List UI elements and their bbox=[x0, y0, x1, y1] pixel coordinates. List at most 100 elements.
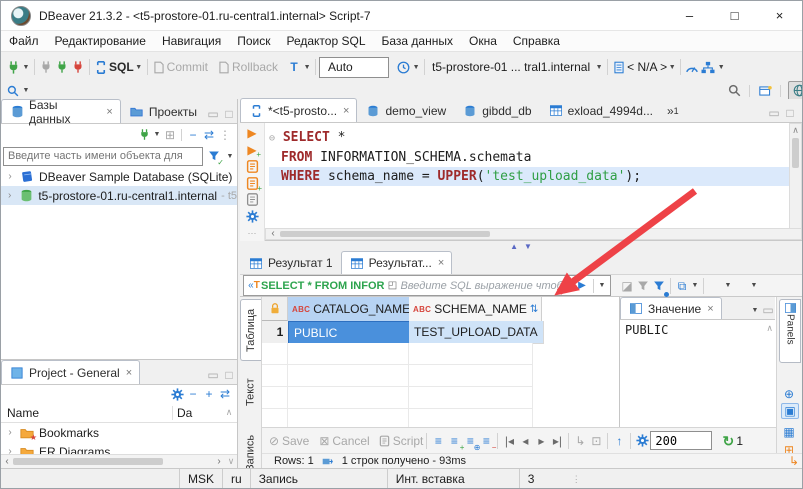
apply-filter-play-icon[interactable]: ▶ bbox=[574, 277, 590, 295]
filter-history-dropdown[interactable]: ▼ bbox=[597, 277, 607, 295]
reconnect-icon[interactable] bbox=[54, 58, 70, 76]
value-minimize-icon[interactable]: ▭ bbox=[761, 301, 775, 319]
compare-panels-icon[interactable]: ⧉ bbox=[674, 277, 690, 295]
nav-forward-icon[interactable] bbox=[733, 277, 749, 295]
menu-edit[interactable]: Редактирование bbox=[47, 31, 154, 51]
menu-search[interactable]: Поиск bbox=[229, 31, 278, 51]
delete-row-icon[interactable]: ≡− bbox=[478, 432, 494, 450]
menu-navigation[interactable]: Навигация bbox=[154, 31, 229, 51]
column-header-schema-name[interactable]: ABC SCHEMA_NAME ⇅ bbox=[409, 297, 542, 322]
presentation-tab-grid[interactable]: Таблица bbox=[240, 299, 261, 361]
connection-dropdown[interactable]: ▼ bbox=[594, 58, 604, 76]
rollback-button[interactable]: Rollback bbox=[232, 60, 278, 74]
menu-window[interactable]: Окна bbox=[461, 31, 505, 51]
collapse-all-icon[interactable]: − bbox=[185, 126, 201, 144]
expand-filter-icon[interactable]: ◰ bbox=[384, 277, 400, 295]
script-button[interactable]: Script bbox=[393, 434, 424, 448]
editor-vscrollbar[interactable]: ∧ bbox=[789, 123, 802, 229]
value-viewer-toggle-icon[interactable]: ⊕ bbox=[781, 385, 797, 403]
add-row-icon[interactable]: ≡+ bbox=[446, 432, 462, 450]
cancel-button[interactable]: Cancel bbox=[332, 434, 369, 448]
splitter-down-icon[interactable]: ▼ bbox=[524, 242, 532, 251]
project-expand-icon[interactable]: + bbox=[201, 385, 217, 403]
cell-schema-name[interactable]: TEST_UPLOAD_DATA bbox=[409, 321, 544, 344]
project-tab-close-icon[interactable]: × bbox=[126, 367, 132, 379]
panel-minimize-icon[interactable]: ▭ bbox=[205, 105, 221, 123]
active-connection-selector[interactable]: t5-prostore-01 ... tral1.internal bbox=[428, 60, 594, 74]
nav-back-icon[interactable] bbox=[707, 277, 723, 295]
save-filter-icon[interactable] bbox=[651, 277, 667, 295]
pin-result-icon[interactable]: ↳ bbox=[786, 455, 802, 467]
remove-filter-funnel-icon[interactable] bbox=[635, 277, 651, 295]
tab-exload[interactable]: exload_4994d... bbox=[540, 98, 661, 122]
project-scroll-up-icon[interactable]: ∧ bbox=[221, 404, 237, 422]
nav-back-dropdown[interactable]: ▼ bbox=[723, 277, 733, 295]
editor-tab-close-icon[interactable]: × bbox=[343, 105, 349, 117]
menu-help[interactable]: Справка bbox=[505, 31, 568, 51]
tab-project-general[interactable]: Project - General × bbox=[1, 360, 140, 384]
new-connection-dropdown[interactable]: ▼ bbox=[21, 58, 31, 76]
last-row-icon[interactable]: ▸| bbox=[549, 432, 565, 450]
sql-editor-dropdown[interactable]: ▼ bbox=[134, 58, 144, 76]
quick-search-icon[interactable] bbox=[5, 82, 21, 100]
expander-icon[interactable]: › bbox=[5, 171, 15, 182]
timezone-indicator[interactable]: MSK bbox=[179, 469, 222, 489]
active-schema-selector[interactable]: < N/A > bbox=[627, 60, 667, 74]
previous-row-icon[interactable]: ◂ bbox=[517, 432, 533, 450]
tx-timer-icon[interactable] bbox=[395, 58, 411, 76]
edit-mode-indicator[interactable]: Запись bbox=[250, 469, 387, 489]
editor-minimize-icon[interactable]: ▭ bbox=[766, 104, 782, 122]
nav-new-connection-icon[interactable] bbox=[136, 126, 152, 144]
project-maximize-icon[interactable]: □ bbox=[221, 366, 237, 384]
schema-dropdown[interactable]: ▼ bbox=[667, 58, 677, 76]
tab-overflow-chevron[interactable]: »1 bbox=[661, 99, 685, 122]
presentation-tab-text[interactable]: Текст bbox=[240, 367, 261, 417]
project-collapse-icon[interactable]: − bbox=[185, 385, 201, 403]
project-minimize-icon[interactable]: ▭ bbox=[205, 366, 221, 384]
column-header-catalog-name[interactable]: ABC CATALOG_NAME ⇅ bbox=[288, 297, 418, 322]
view-menu-icon[interactable]: ⋮ bbox=[217, 126, 233, 144]
collapse-marker-icon[interactable]: ⊖ bbox=[269, 133, 275, 144]
execute-script-new-icon[interactable]: + bbox=[244, 175, 260, 191]
editor-settings-gear-icon[interactable] bbox=[244, 209, 260, 225]
filter-dropdown[interactable]: ▼ bbox=[225, 147, 235, 165]
presentation-tab-record[interactable]: Запись bbox=[240, 423, 261, 468]
close-button[interactable]: × bbox=[757, 1, 802, 30]
execute-statement-icon[interactable]: ▶ bbox=[244, 125, 260, 141]
editor-hscrollbar[interactable]: ‹ bbox=[265, 228, 802, 240]
tab-projects[interactable]: Проекты bbox=[121, 99, 205, 123]
save-button[interactable]: Save bbox=[282, 434, 309, 448]
project-hscrollbar[interactable]: ‹ › ∨ bbox=[1, 454, 237, 468]
maximize-button[interactable]: □ bbox=[712, 1, 757, 30]
hscroll-thumb[interactable] bbox=[280, 231, 490, 237]
fetch-page-icon[interactable]: ↳ bbox=[572, 432, 588, 450]
execute-new-tab-icon[interactable]: ▶+ bbox=[244, 142, 260, 158]
tx-timer-dropdown[interactable]: ▼ bbox=[411, 58, 421, 76]
search-icon[interactable] bbox=[726, 82, 742, 100]
column-filter-sort-icon[interactable]: ⇅ bbox=[530, 304, 538, 315]
tab-demo-view[interactable]: demo_view bbox=[357, 98, 454, 122]
databases-tab-close-icon[interactable]: × bbox=[106, 106, 112, 118]
tree-item-t5-prostore[interactable]: › t5-prostore-01.ru-central1.internal - … bbox=[1, 186, 237, 205]
caret-position-indicator[interactable]: 3 bbox=[519, 469, 572, 489]
duplicate-row-icon[interactable]: ≡⊕ bbox=[462, 432, 478, 450]
edit-cell-icon[interactable]: ≡ bbox=[430, 432, 446, 450]
result-tab-close-icon[interactable]: × bbox=[438, 257, 444, 269]
transaction-filter-icon[interactable]: T bbox=[286, 58, 302, 76]
tab-sql-script[interactable]: *<t5-prosto... × bbox=[240, 98, 357, 122]
editor-results-splitter[interactable]: ▲ ▼ bbox=[240, 241, 802, 251]
vscroll-thumb[interactable] bbox=[792, 138, 799, 168]
value-menu-dropdown[interactable]: ▼ bbox=[749, 301, 761, 319]
filter-settings-icon[interactable]: ✓ bbox=[206, 147, 222, 165]
project-settings-gear-icon[interactable] bbox=[169, 385, 185, 403]
tx-mode-combo[interactable]: Auto bbox=[319, 57, 389, 78]
project-link-icon[interactable]: ⇄ bbox=[217, 385, 233, 403]
panels-tab[interactable]: Panels bbox=[779, 299, 801, 363]
tab-gibdd-db[interactable]: gibdd_db bbox=[454, 98, 539, 122]
menu-file[interactable]: Файл bbox=[1, 31, 47, 51]
commit-button[interactable]: Commit bbox=[167, 60, 208, 74]
link-with-editor-icon[interactable]: ⇄ bbox=[201, 126, 217, 144]
new-connection-icon[interactable] bbox=[5, 58, 21, 76]
menu-database[interactable]: База данных bbox=[374, 31, 461, 51]
tab-value[interactable]: Значение × bbox=[620, 297, 722, 319]
